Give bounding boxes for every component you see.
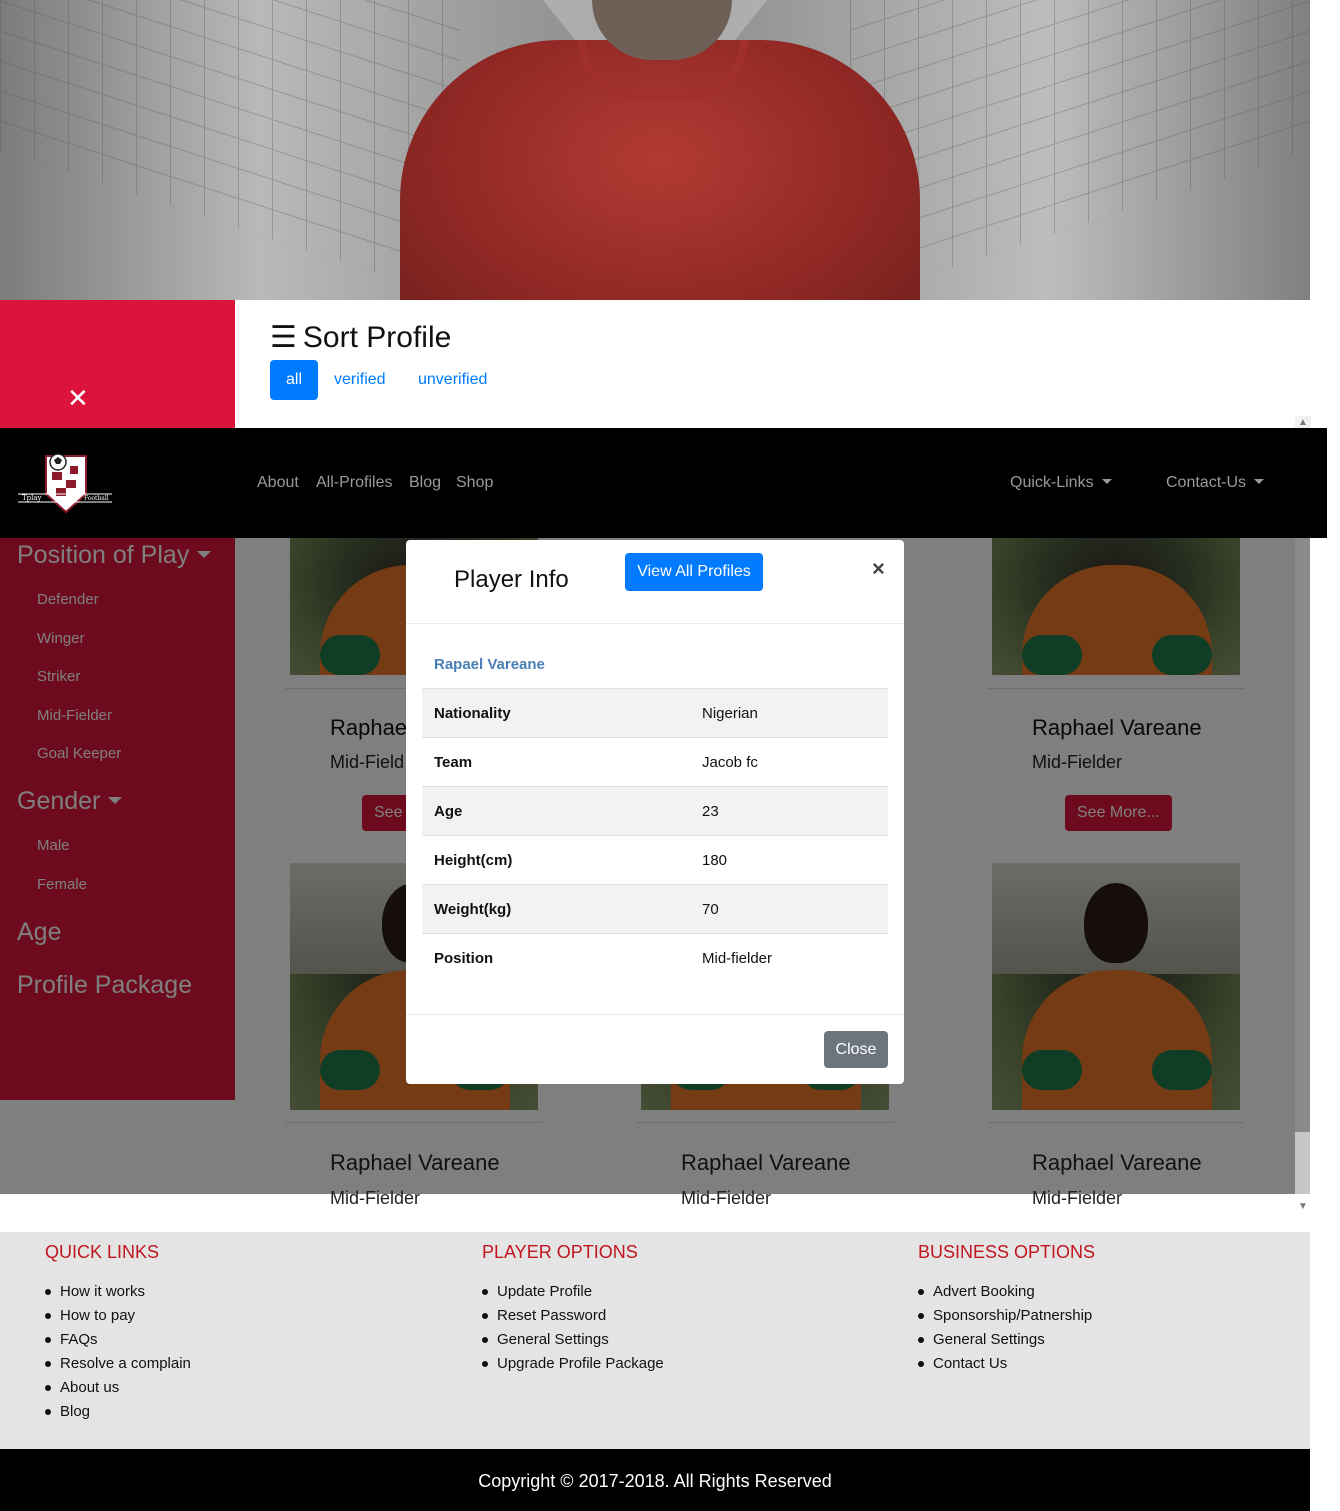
site-logo[interactable]: Tplay Football <box>16 450 114 516</box>
player-name: Raphael Vareane <box>681 1150 851 1175</box>
footer-link[interactable]: Resolve a complain <box>45 1352 191 1376</box>
footer-quick-links-list: How it works How to pay FAQs Resolve a c… <box>45 1280 191 1424</box>
footer-link[interactable]: About us <box>45 1376 191 1400</box>
table-row: Nationality Nigerian <box>422 688 888 738</box>
footer-link[interactable]: Sponsorship/Patnership <box>918 1304 1092 1328</box>
info-value: 180 <box>702 851 728 869</box>
info-label: Weight(kg) <box>434 900 512 918</box>
sort-profile-label: Sort Profile <box>302 321 452 354</box>
footer-quick-links-heading: QUICK LINKS <box>45 1242 160 1262</box>
nav-shop-link[interactable]: Shop <box>456 474 493 492</box>
info-value: Nigerian <box>702 704 758 722</box>
footer-business-options-heading: BUSINESS OPTIONS <box>918 1242 1096 1262</box>
nav-blog-link[interactable]: Blog <box>409 474 441 492</box>
modal-header-divider <box>406 623 904 624</box>
footer-link[interactable]: Upgrade Profile Package <box>482 1352 664 1376</box>
player-info-table: Nationality Nigerian Team Jacob fc Age 23 H… <box>422 688 888 983</box>
footer-link[interactable]: Advert Booking <box>918 1280 1092 1304</box>
sidebar-toggle-block <box>0 300 235 428</box>
info-value: Mid-fielder <box>702 949 773 967</box>
filter-unverified-button[interactable]: unverified <box>402 360 503 400</box>
nav-all-profiles-link[interactable]: All-Profiles <box>316 474 392 492</box>
info-label: Age <box>434 802 463 820</box>
footer-link[interactable]: Contact Us <box>918 1352 1092 1376</box>
footer-link[interactable]: Update Profile <box>482 1280 664 1304</box>
footer-business-options-list: Advert Booking Sponsorship/Patnership Ge… <box>918 1280 1092 1376</box>
footer-link[interactable]: Reset Password <box>482 1304 664 1328</box>
info-value: 70 <box>702 900 719 918</box>
footer-link[interactable]: General Settings <box>482 1328 664 1352</box>
contact-us-dropdown[interactable]: Contact-Us <box>1166 474 1264 492</box>
table-row: Weight(kg) 70 <box>422 884 888 934</box>
footer-link[interactable]: Blog <box>45 1400 191 1424</box>
table-row: Age 23 <box>422 786 888 836</box>
filter-verified-button[interactable]: verified <box>318 360 402 400</box>
quick-links-dropdown[interactable]: Quick-Links <box>1010 474 1112 492</box>
quick-links-label: Quick-Links <box>1010 474 1094 491</box>
sort-profile-title: ☰ Sort Profile <box>270 320 451 355</box>
footer-link[interactable]: How to pay <box>45 1304 191 1328</box>
player-position: Mid-Fielder <box>1032 1188 1123 1208</box>
footer-link[interactable]: How it works <box>45 1280 191 1304</box>
player-name-link[interactable]: Rapael Vareane <box>434 656 545 673</box>
modal-title: Player Info <box>454 566 569 593</box>
hero-banner-image <box>0 0 1310 300</box>
info-label: Nationality <box>434 704 511 722</box>
close-sidebar-icon[interactable]: ✕ <box>67 385 89 411</box>
player-position: Mid-Fielder <box>681 1188 772 1208</box>
close-modal-button[interactable]: Close <box>824 1031 888 1068</box>
table-row: Team Jacob fc <box>422 737 888 787</box>
footer-link[interactable]: General Settings <box>918 1328 1092 1352</box>
filter-all-button[interactable]: all <box>270 360 319 400</box>
view-all-profiles-button[interactable]: View All Profiles <box>625 553 763 591</box>
info-label: Position <box>434 949 494 967</box>
info-label: Team <box>434 753 473 771</box>
info-label: Height(cm) <box>434 851 513 869</box>
navbar <box>0 428 1327 538</box>
menu-icon[interactable]: ☰ <box>270 321 297 354</box>
info-value: 23 <box>702 802 719 820</box>
table-row: Height(cm) 180 <box>422 835 888 885</box>
modal-close-icon[interactable]: × <box>872 556 885 582</box>
copyright-bar: Copyright © 2017-2018. All Rights Reserv… <box>0 1449 1310 1511</box>
contact-us-label: Contact-Us <box>1166 474 1247 491</box>
info-value: Jacob fc <box>702 753 758 771</box>
player-name: Raphael Vareane <box>330 1150 500 1175</box>
footer-player-options-list: Update Profile Reset Password General Se… <box>482 1280 664 1376</box>
table-row: Position Mid-fielder <box>422 933 888 983</box>
scroll-down-arrow-icon[interactable]: ▼ <box>1295 1198 1311 1216</box>
logo-text-right: Football <box>84 495 109 502</box>
scrollbar-thumb[interactable] <box>1295 538 1310 1132</box>
modal-footer-divider <box>406 1014 904 1015</box>
logo-text-left: Tplay <box>22 494 42 502</box>
player-position: Mid-Fielder <box>330 1188 421 1208</box>
footer-link[interactable]: FAQs <box>45 1328 191 1352</box>
nav-about-link[interactable]: About <box>257 474 299 492</box>
footer-player-options-heading: PLAYER OPTIONS <box>482 1242 638 1262</box>
player-name: Raphael Vareane <box>1032 1150 1202 1175</box>
